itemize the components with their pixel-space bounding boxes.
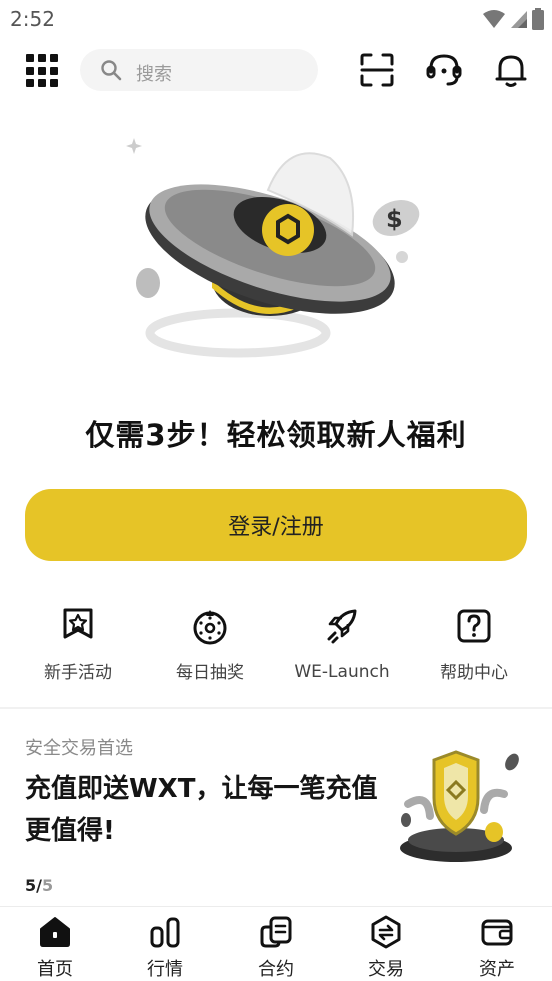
top-bar: 搜索 [0,44,552,96]
nav-label: 合约 [258,959,294,980]
nav-market[interactable]: 行情 [110,907,220,981]
customer-service-icon[interactable] [424,50,464,90]
quick-action-label: 每日抽奖 [176,663,244,683]
quick-action-lottery[interactable]: 每日抽奖 [150,606,270,683]
bell-icon[interactable] [491,50,531,90]
trade-icon [371,915,401,949]
section-divider [0,707,552,709]
banner-subtitle: 安全交易首选 [25,738,133,759]
quick-action-label: 新手活动 [44,663,112,683]
search-placeholder: 搜索 [136,64,172,85]
rocket-icon [327,609,357,644]
ufo-illustration: $ [126,138,420,358]
wallet-icon [481,919,513,946]
scan-icon[interactable] [357,50,397,90]
svg-text:$: $ [386,205,403,233]
search-icon [101,60,122,81]
help-icon [457,609,491,643]
nav-assets[interactable]: 资产 [442,907,552,981]
nav-home[interactable]: 首页 [0,907,110,981]
status-bar: 2:52 [0,0,552,38]
contract-icon [260,916,292,948]
quick-actions: 新手活动 每日抽奖 WE-Launch 帮助中心 [0,606,552,686]
home-icon [40,917,70,947]
promo-banner[interactable]: 安全交易首选 充值即送WXT，让每一笔充值更值得! 5/5 [0,710,552,906]
badge-icon [63,608,93,639]
nav-label: 首页 [37,959,73,980]
quick-action-we-launch[interactable]: WE-Launch [282,606,402,682]
nav-label: 资产 [479,959,515,980]
banner-pager: 5/5 [25,876,53,895]
market-icon [150,917,180,948]
quick-action-label: 帮助中心 [440,663,508,683]
nav-trade[interactable]: 交易 [331,907,441,981]
search-input[interactable]: 搜索 [80,49,318,91]
quick-action-help[interactable]: 帮助中心 [414,606,534,683]
bottom-nav: 首页 行情 合约 交易 资产 [0,906,552,981]
battery-icon [532,8,544,30]
banner-title: 充值即送WXT，让每一笔充值更值得! [25,774,378,846]
nav-label: 交易 [368,959,404,980]
login-register-button[interactable]: 登录/注册 [25,489,527,561]
status-time: 2:52 [10,7,55,31]
promo-title: 仅需3步！轻松领取新人福利 [85,418,467,452]
pager-total: 5 [41,876,54,895]
nav-label: 行情 [147,959,183,980]
shield-trophy-icon [400,750,519,862]
quick-action-newbie[interactable]: 新手活动 [18,606,138,683]
cell-signal-icon [511,11,527,28]
nav-contract[interactable]: 合约 [221,907,331,981]
wifi-icon [483,10,505,28]
apps-grid-icon[interactable] [26,54,60,88]
quick-action-label: WE-Launch [294,662,390,682]
lottery-wheel-icon [193,610,227,645]
status-icons [482,8,544,30]
pager-current: 5/ [25,876,42,895]
